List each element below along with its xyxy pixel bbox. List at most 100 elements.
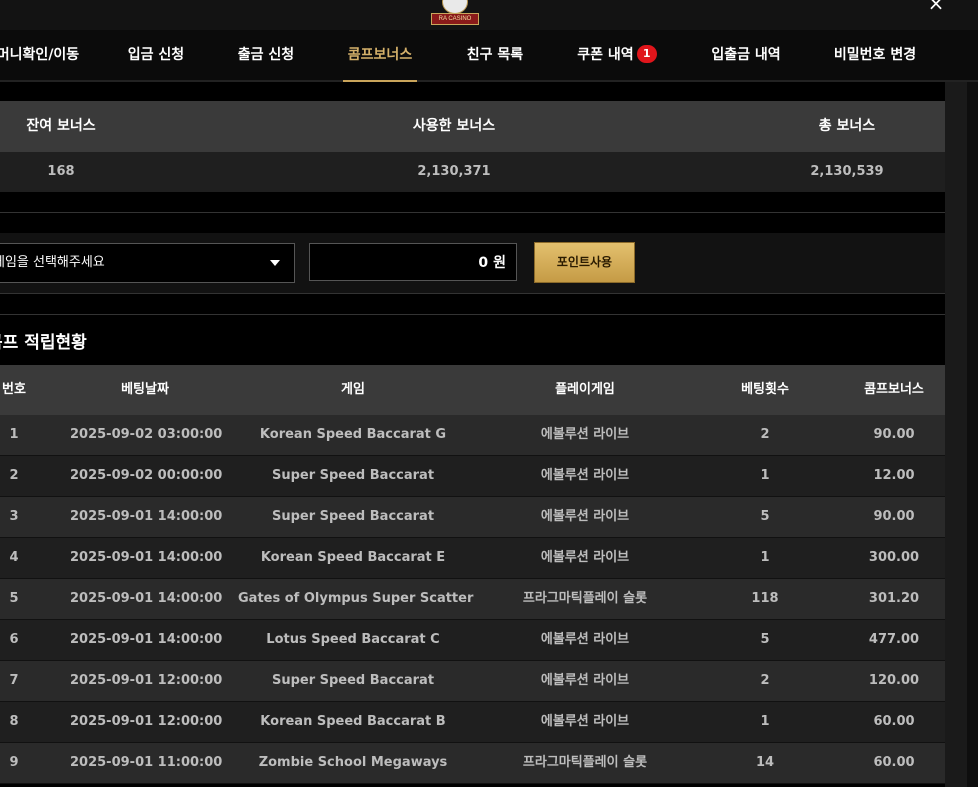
cell-bet-count: 5 bbox=[760, 509, 770, 524]
cell-game: Super Speed Baccarat bbox=[271, 509, 435, 524]
tab-money-check[interactable]: 머니확인/이동 bbox=[0, 30, 98, 80]
cell-provider: 에볼루션 라이브 bbox=[540, 714, 630, 729]
remaining-bonus-header: 잔여 보너스 bbox=[26, 118, 96, 134]
tab-coupon-history[interactable]: 쿠폰 내역 1 bbox=[570, 30, 664, 80]
game-select[interactable]: 게임을 선택해주세요 bbox=[0, 243, 295, 283]
cell-bet-date: 2025-09-02 00:00:00 bbox=[70, 468, 223, 483]
tab-friend-list[interactable]: 친구 목록 bbox=[459, 30, 531, 80]
cell-provider: 에볼루션 라이브 bbox=[540, 427, 630, 442]
used-bonus-header: 사용한 보너스 bbox=[412, 118, 496, 134]
cell-comp-bonus: 90.00 bbox=[873, 427, 915, 442]
cell-comp-bonus: 300.00 bbox=[868, 550, 920, 565]
column-header: 베팅날짜 bbox=[121, 382, 169, 397]
cell-bet-count: 1 bbox=[760, 550, 770, 565]
cell-comp-bonus: 120.00 bbox=[868, 673, 920, 688]
cell-number: 3 bbox=[9, 509, 19, 524]
table-row: 3 2025-09-01 14:00:00 Super Speed Baccar… bbox=[0, 497, 945, 538]
cell-bet-date: 2025-09-01 14:00:00 bbox=[70, 591, 223, 606]
cell-bet-count: 1 bbox=[760, 468, 770, 483]
cell-bet-date: 2025-09-01 14:00:00 bbox=[70, 550, 223, 565]
cell-game: Korean Speed Baccarat G bbox=[259, 427, 447, 442]
column-header: 번호 bbox=[2, 382, 26, 397]
tab-label: 친구 목록 bbox=[466, 47, 524, 63]
remaining-bonus-value: 168 bbox=[47, 164, 75, 179]
table-row: 7 2025-09-01 12:00:00 Super Speed Baccar… bbox=[0, 661, 945, 702]
cell-game: Lotus Speed Baccarat C bbox=[266, 632, 440, 647]
divider bbox=[0, 212, 945, 213]
cell-bet-date: 2025-09-01 12:00:00 bbox=[70, 673, 223, 688]
cell-game: Korean Speed Baccarat B bbox=[260, 714, 446, 729]
cell-provider: 에볼루션 라이브 bbox=[540, 468, 630, 483]
tab-label: 비밀번호 변경 bbox=[833, 47, 917, 63]
cell-comp-bonus: 301.20 bbox=[868, 591, 920, 606]
cell-number: 6 bbox=[9, 632, 19, 647]
cell-number: 9 bbox=[9, 755, 19, 770]
tab-change-password[interactable]: 비밀번호 변경 bbox=[827, 30, 923, 80]
background-scrollbar-track bbox=[967, 80, 978, 787]
column-header: 콤프보너스 bbox=[864, 382, 924, 397]
cell-number: 8 bbox=[9, 714, 19, 729]
cell-game: Super Speed Baccarat bbox=[271, 468, 435, 483]
total-bonus-value: 2,130,539 bbox=[810, 164, 884, 179]
section-title: 콤프 적립현황 bbox=[0, 333, 87, 353]
bonus-summary-table: 잔여 보너스 사용한 보너스 총 보너스 168 2,130,371 2,130… bbox=[0, 101, 945, 192]
cell-number: 4 bbox=[9, 550, 19, 565]
cell-bet-count: 2 bbox=[760, 427, 770, 442]
amount-value: 0 bbox=[478, 255, 489, 271]
table-row: 6 2025-09-01 14:00:00 Lotus Speed Baccar… bbox=[0, 620, 945, 661]
cell-provider: 에볼루션 라이브 bbox=[540, 673, 630, 688]
cell-number: 5 bbox=[9, 591, 19, 606]
tab-label: 콤프보너스 bbox=[347, 47, 413, 63]
caret-down-icon bbox=[270, 260, 280, 266]
cell-bet-count: 14 bbox=[755, 755, 775, 770]
column-header: 플레이게임 bbox=[555, 382, 615, 397]
point-amount-input[interactable]: 0원 bbox=[309, 243, 517, 281]
tab-label: 입금 신청 bbox=[127, 47, 185, 63]
modal-header: RA CASINO × bbox=[0, 0, 978, 30]
cell-comp-bonus: 60.00 bbox=[873, 755, 915, 770]
cell-comp-bonus: 12.00 bbox=[873, 468, 915, 483]
point-use-form: 게임을 선택해주세요 0원 포인트사용 bbox=[0, 233, 945, 293]
cell-provider: 에볼루션 라이브 bbox=[540, 550, 630, 565]
cell-provider: 프라그마틱플레이 슬롯 bbox=[522, 591, 648, 606]
cell-game: Zombie School Megaways bbox=[258, 755, 448, 770]
casino-logo: RA CASINO bbox=[428, 0, 480, 25]
cell-number: 1 bbox=[9, 427, 19, 442]
tab-withdraw-request[interactable]: 출금 신청 bbox=[230, 30, 302, 80]
divider bbox=[0, 293, 945, 294]
cell-bet-count: 118 bbox=[751, 591, 779, 606]
cell-bet-count: 5 bbox=[760, 632, 770, 647]
cell-game: Super Speed Baccarat bbox=[271, 673, 435, 688]
table-header-row: 번호 베팅날짜 게임 플레이게임 베팅횟수 콤프보너스 bbox=[0, 365, 945, 415]
cell-comp-bonus: 90.00 bbox=[873, 509, 915, 524]
cell-number: 7 bbox=[9, 673, 19, 688]
cell-bet-date: 2025-09-01 14:00:00 bbox=[70, 509, 223, 524]
tab-bar: 머니확인/이동 입금 신청 출금 신청 콤프보너스 친구 목록 쿠폰 내역 1 입… bbox=[0, 30, 978, 82]
tab-comp-bonus[interactable]: 콤프보너스 bbox=[343, 30, 417, 82]
close-icon[interactable]: × bbox=[925, 0, 947, 14]
comp-bonus-modal: RA CASINO × 머니확인/이동 입금 신청 출금 신청 콤프보너스 친구… bbox=[0, 0, 978, 787]
summary-header-row: 잔여 보너스 사용한 보너스 총 보너스 bbox=[0, 101, 945, 152]
cell-bet-date: 2025-09-02 03:00:00 bbox=[70, 427, 223, 442]
cell-bet-date: 2025-09-01 14:00:00 bbox=[70, 632, 223, 647]
notification-badge: 1 bbox=[636, 45, 657, 63]
divider bbox=[0, 314, 945, 315]
tab-label: 출금 신청 bbox=[237, 47, 295, 63]
cell-bet-date: 2025-09-01 11:00:00 bbox=[70, 755, 223, 770]
use-points-button[interactable]: 포인트사용 bbox=[534, 242, 635, 283]
table-row: 1 2025-09-02 03:00:00 Korean Speed Bacca… bbox=[0, 415, 945, 456]
total-bonus-header: 총 보너스 bbox=[818, 118, 876, 134]
summary-value-row: 168 2,130,371 2,130,539 bbox=[0, 152, 945, 192]
cell-bet-count: 2 bbox=[760, 673, 770, 688]
tab-transaction-history[interactable]: 입출금 내역 bbox=[705, 30, 787, 80]
tab-deposit-request[interactable]: 입금 신청 bbox=[120, 30, 192, 80]
cell-bet-count: 1 bbox=[760, 714, 770, 729]
cell-comp-bonus: 477.00 bbox=[868, 632, 920, 647]
table-row: 4 2025-09-01 14:00:00 Korean Speed Bacca… bbox=[0, 538, 945, 579]
cell-bet-date: 2025-09-01 12:00:00 bbox=[70, 714, 223, 729]
table-row: 2 2025-09-02 00:00:00 Super Speed Baccar… bbox=[0, 456, 945, 497]
cell-game: Gates of Olympus Super Scatter bbox=[238, 591, 474, 606]
table-row: 9 2025-09-01 11:00:00 Zombie School Mega… bbox=[0, 743, 945, 784]
column-header: 베팅횟수 bbox=[741, 382, 789, 397]
logo-emblem-icon bbox=[442, 0, 468, 14]
